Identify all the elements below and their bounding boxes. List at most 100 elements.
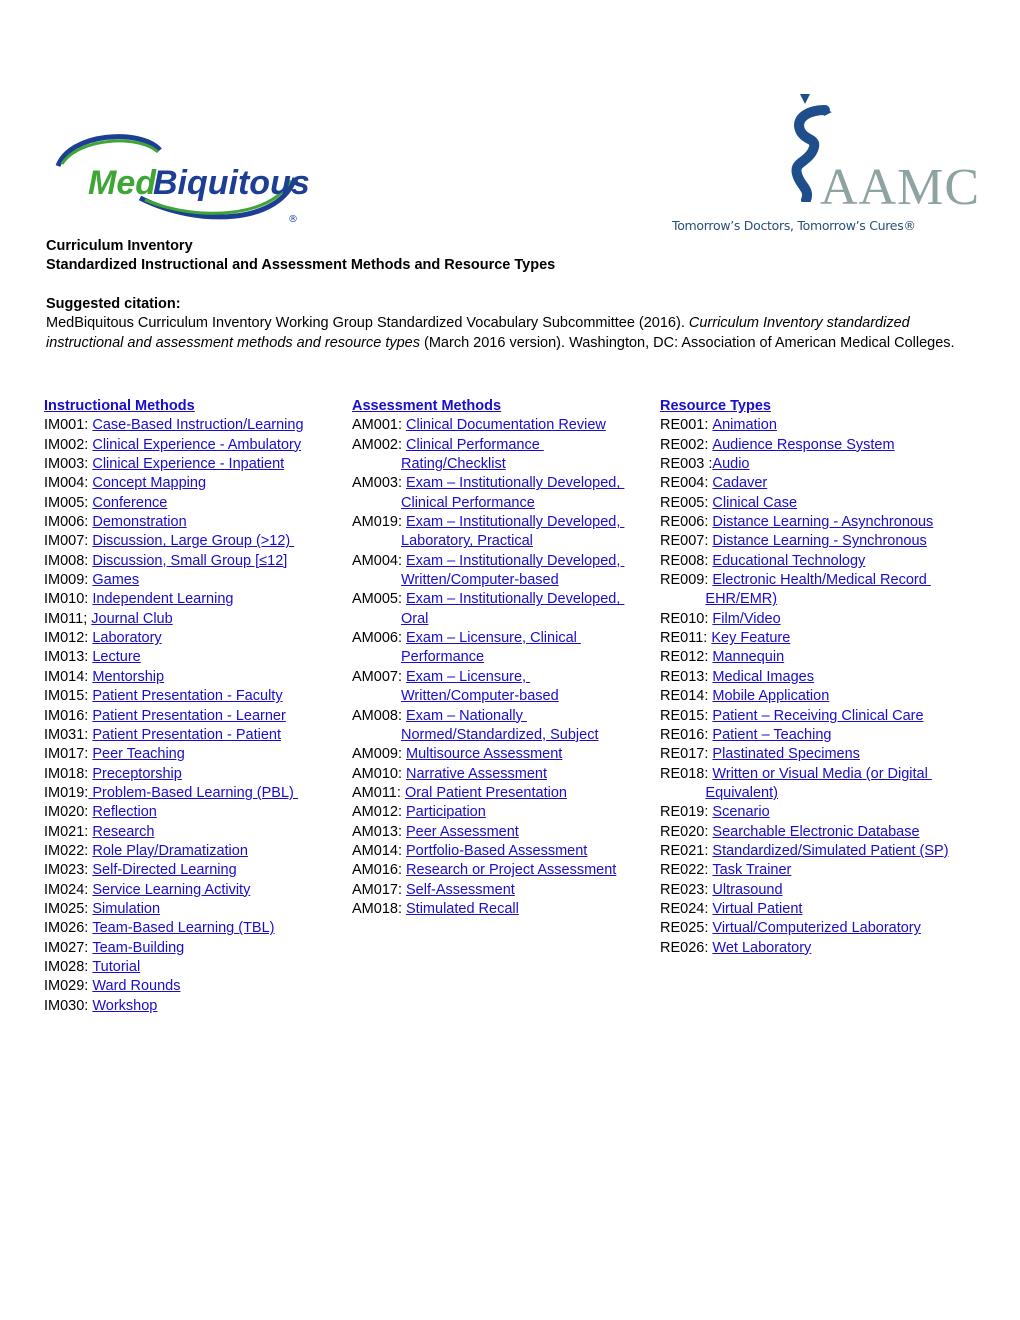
item-link[interactable]: Research or Project Assessment <box>406 862 616 878</box>
item-link[interactable]: Stimulated Recall <box>406 901 519 917</box>
item-link[interactable]: Clinical Experience - Inpatient <box>92 456 284 472</box>
item-link[interactable]: Written or Visual Media (or Digital <box>712 766 931 782</box>
item-link-continuation[interactable]: Oral <box>401 610 428 629</box>
item-link[interactable]: Peer Assessment <box>406 824 519 840</box>
item-link[interactable]: Exam – Institutionally Developed, <box>406 591 624 607</box>
instructional-method-item: IM003: Clinical Experience - Inpatient <box>44 455 344 474</box>
item-link[interactable]: Case-Based Instruction/Learning <box>92 417 303 433</box>
item-link[interactable]: Cadaver <box>712 475 767 491</box>
item-link[interactable]: Preceptorship <box>92 766 181 782</box>
item-link[interactable]: Self-Assessment <box>406 882 515 898</box>
item-link[interactable]: Journal Club <box>91 611 172 627</box>
item-link[interactable]: Narrative Assessment <box>406 766 547 782</box>
item-link-wrap: Animation <box>712 416 967 435</box>
item-code: AM016: <box>352 862 406 879</box>
item-link[interactable]: Exam – Institutionally Developed, <box>406 514 624 530</box>
item-link[interactable]: Distance Learning - Asynchronous <box>712 514 933 530</box>
item-link[interactable]: Clinical Documentation Review <box>406 417 606 433</box>
item-link[interactable]: Searchable Electronic Database <box>712 824 919 840</box>
item-link[interactable]: Virtual Patient <box>712 901 802 917</box>
item-link[interactable]: Demonstration <box>92 514 186 530</box>
item-code: IM024: <box>44 881 93 898</box>
item-link[interactable]: Laboratory <box>92 630 161 646</box>
item-link[interactable]: Research <box>92 824 154 840</box>
item-link[interactable]: Distance Learning - Synchronous <box>712 533 926 549</box>
resource-type-item: RE021: Standardized/Simulated Patient (S… <box>660 842 970 861</box>
item-link[interactable]: Clinical Case <box>712 495 797 511</box>
instructional-methods-heading-link[interactable]: Instructional Methods <box>44 398 195 414</box>
item-link[interactable]: Patient Presentation - Learner <box>92 708 285 724</box>
item-link[interactable]: Ultrasound <box>712 882 782 898</box>
item-link[interactable]: Ward Rounds <box>92 978 180 994</box>
resource-type-item: RE022: Task Trainer <box>660 861 970 880</box>
item-link[interactable]: Exam – Nationally <box>406 708 527 724</box>
item-link[interactable]: Team-Based Learning (TBL) <box>92 920 274 936</box>
item-link-continuation[interactable]: Rating/Checklist <box>401 455 506 474</box>
item-link[interactable]: Concept Mapping <box>92 475 206 491</box>
item-link[interactable]: Animation <box>712 417 776 433</box>
item-link[interactable]: Key Feature <box>711 630 790 646</box>
item-link[interactable]: Audience Response System <box>712 437 894 453</box>
item-link[interactable]: Patient – Teaching <box>712 727 831 743</box>
item-link[interactable]: Patient – Receiving Clinical Care <box>712 708 923 724</box>
item-link[interactable]: Conference <box>92 495 167 511</box>
item-link[interactable]: Virtual/Computerized Laboratory <box>712 920 920 936</box>
item-link[interactable]: Games <box>92 572 139 588</box>
item-link[interactable]: Patient Presentation - Faculty <box>92 688 282 704</box>
item-link[interactable]: Multisource Assessment <box>406 746 562 762</box>
item-link-continuation[interactable]: Written/Computer-based <box>401 571 559 590</box>
assessment-methods-heading-link[interactable]: Assessment Methods <box>352 398 501 414</box>
item-link[interactable]: Exam – Licensure, Clinical <box>406 630 581 646</box>
item-link-continuation[interactable]: Equivalent) <box>705 784 778 803</box>
item-link[interactable]: Mannequin <box>712 649 784 665</box>
item-link-continuation[interactable]: EHR/EMR) <box>705 590 777 609</box>
item-link[interactable]: Portfolio-Based Assessment <box>406 843 587 859</box>
item-link[interactable]: Problem-Based Learning (PBL) <box>88 785 298 801</box>
item-link[interactable]: Clinical Performance <box>406 437 544 453</box>
item-link-continuation[interactable]: Performance <box>401 648 484 667</box>
item-link[interactable]: Exam – Licensure, <box>406 669 530 685</box>
item-link[interactable]: Participation <box>406 804 486 820</box>
item-link[interactable]: Self-Directed Learning <box>92 862 236 878</box>
item-link[interactable]: Mentorship <box>92 669 164 685</box>
item-link[interactable]: Exam – Institutionally Developed, <box>406 475 624 491</box>
item-link-continuation[interactable]: Laboratory, Practical <box>401 532 533 551</box>
item-link[interactable]: Discussion, Large Group (>12) <box>92 533 294 549</box>
instructional-method-item: IM012: Laboratory <box>44 629 344 648</box>
item-link[interactable]: Scenario <box>712 804 769 820</box>
item-link-wrap: Ward Rounds <box>92 977 180 996</box>
item-link[interactable]: Role Play/Dramatization <box>92 843 248 859</box>
item-link[interactable]: Reflection <box>92 804 156 820</box>
item-link[interactable]: Exam – Institutionally Developed, <box>406 553 624 569</box>
item-link[interactable]: Mobile Application <box>712 688 829 704</box>
item-link[interactable]: Simulation <box>92 901 160 917</box>
item-link[interactable]: Workshop <box>92 998 157 1014</box>
item-link[interactable]: Discussion, Small Group [≤12] <box>92 553 287 569</box>
resource-types-heading-link[interactable]: Resource Types <box>660 398 771 414</box>
item-link[interactable]: Standardized/Simulated Patient (SP) <box>712 843 948 859</box>
item-link-continuation[interactable]: Normed/Standardized, Subject <box>401 726 598 745</box>
item-link[interactable]: Electronic Health/Medical Record <box>712 572 930 588</box>
item-link[interactable]: Peer Teaching <box>92 746 184 762</box>
item-link[interactable]: Independent Learning <box>92 591 233 607</box>
item-link[interactable]: Wet Laboratory <box>712 940 811 956</box>
item-link[interactable]: Team-Building <box>92 940 184 956</box>
item-link[interactable]: Lecture <box>92 649 140 665</box>
item-link[interactable]: Oral Patient Presentation <box>405 785 567 801</box>
item-link-wrap: Oral Patient Presentation <box>405 784 650 803</box>
item-link[interactable]: Clinical Experience - Ambulatory <box>92 437 301 453</box>
item-link[interactable]: Tutorial <box>92 959 140 975</box>
item-link[interactable]: Medical Images <box>712 669 814 685</box>
item-code: RE014: <box>660 688 713 705</box>
item-link-continuation[interactable]: Written/Computer-based <box>401 687 559 706</box>
item-link[interactable]: Plastinated Specimens <box>712 746 860 762</box>
item-link[interactable]: Patient Presentation - Patient <box>92 727 281 743</box>
item-link[interactable]: Service Learning Activity <box>92 882 250 898</box>
item-link-continuation[interactable]: Clinical Performance <box>401 494 535 513</box>
item-link[interactable]: Film/Video <box>712 611 780 627</box>
item-link[interactable]: Audio <box>712 456 749 472</box>
resource-type-item: RE010: Film/Video <box>660 610 970 629</box>
item-code: IM020: <box>44 804 93 821</box>
item-link[interactable]: Task Trainer <box>712 862 791 878</box>
item-link[interactable]: Educational Technology <box>712 553 865 569</box>
